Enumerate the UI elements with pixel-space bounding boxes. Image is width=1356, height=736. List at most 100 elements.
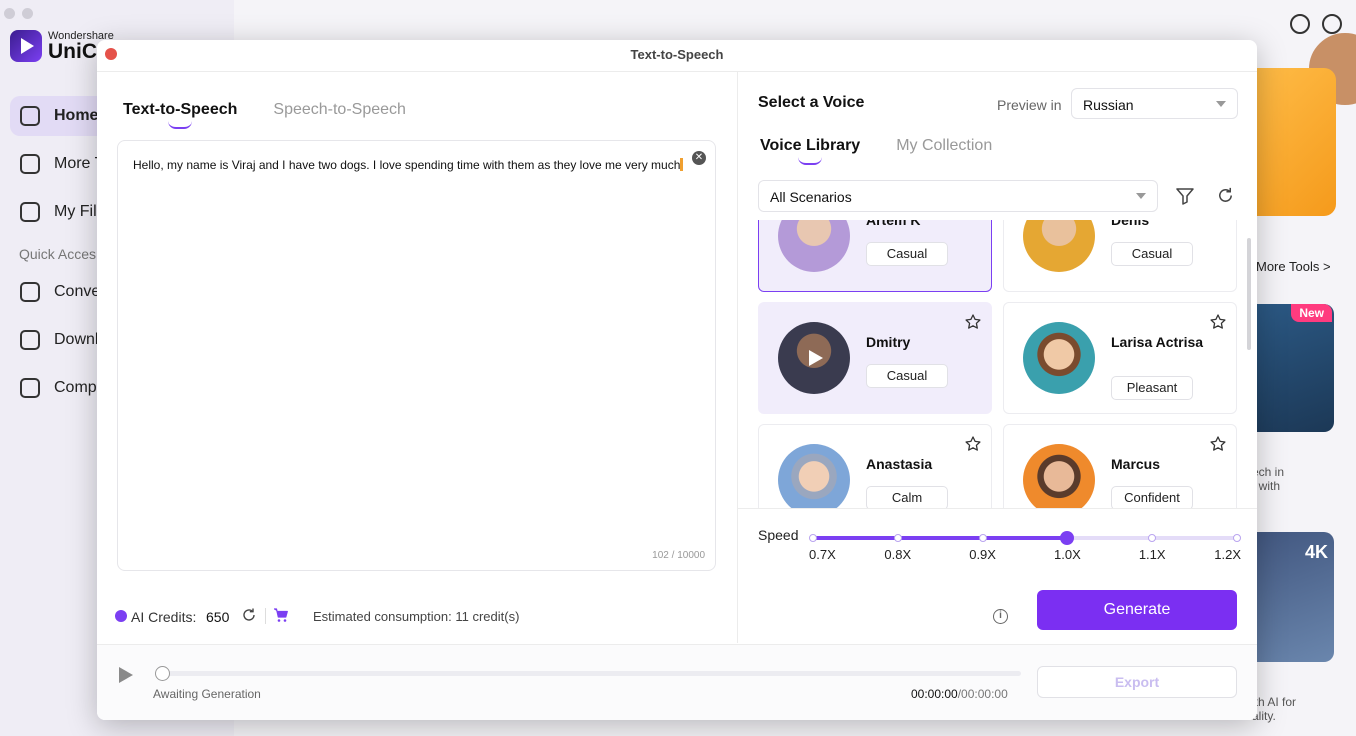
divider — [265, 608, 266, 624]
play-icon[interactable] — [119, 667, 133, 683]
language-value: Russian — [1083, 97, 1134, 113]
more-tools-link[interactable]: More Tools > — [1256, 259, 1331, 274]
player-row: Awaiting Generation 00:00:00/00:00:00 Ex… — [97, 644, 1257, 720]
avatar — [1023, 444, 1095, 508]
speed-option-label[interactable]: 0.7X — [809, 547, 836, 562]
headset-icon[interactable] — [1322, 14, 1342, 34]
chevron-down-icon — [1136, 193, 1146, 199]
4k-label: 4K — [1304, 542, 1328, 562]
tab-label: Text-to-Speech — [123, 101, 238, 118]
voice-name: Marcus — [1111, 456, 1161, 472]
speed-labels: 0.7X 0.8X 0.9X 1.0X 1.1X 1.2X — [738, 547, 1257, 565]
voice-style-tag: Casual — [866, 242, 948, 266]
preview-in-label: Preview in — [997, 97, 1062, 113]
window-minimize-dot[interactable] — [22, 8, 33, 19]
speed-tick[interactable] — [1148, 534, 1157, 542]
speed-option-label[interactable]: 0.9X — [969, 547, 996, 562]
playback-progress-handle[interactable] — [155, 666, 170, 681]
star-icon[interactable] — [964, 313, 982, 331]
text-cursor — [680, 158, 684, 171]
active-tab-indicator — [798, 157, 823, 165]
convert-icon — [20, 282, 40, 302]
voice-card-artem-k[interactable]: Artem K Casual — [758, 220, 992, 292]
playback-progress[interactable] — [155, 671, 1021, 676]
voice-style-tag: Confident — [1111, 486, 1193, 508]
avatar — [778, 220, 850, 272]
star-icon[interactable] — [1209, 313, 1227, 331]
play-icon[interactable] — [809, 350, 823, 366]
playback-time: 00:00:00/00:00:00 — [911, 687, 1008, 701]
estimated-consumption: Estimated consumption: 11 credit(s) — [313, 609, 520, 624]
tab-label: Voice Library — [760, 137, 861, 154]
voice-name: Larisa Actrisa — [1111, 334, 1204, 350]
speed-option-label[interactable]: 0.8X — [884, 547, 911, 562]
speed-tick[interactable] — [1233, 534, 1241, 542]
uniconverter-logo-icon — [10, 30, 42, 62]
dialog-titlebar: Text-to-Speech — [97, 40, 1257, 72]
voice-card-anastasia[interactable]: Anastasia Calm — [758, 424, 992, 508]
sidebar-item-label: Downl — [54, 331, 99, 348]
quick-access-label: Quick Acces — [19, 246, 97, 262]
speed-label: Speed — [758, 527, 799, 543]
refresh-icon[interactable] — [1216, 186, 1235, 205]
voice-name: Dmitry — [866, 334, 911, 350]
speed-tick[interactable] — [893, 534, 902, 542]
ai-credits-icon — [115, 610, 127, 622]
char-count: 102 / 10000 — [652, 550, 705, 561]
filter-icon[interactable] — [1176, 187, 1194, 205]
window-close-dot[interactable] — [4, 8, 15, 19]
voice-card-dmitry[interactable]: Dmitry Casual — [758, 302, 992, 414]
text-to-speech-dialog: Text-to-Speech Text-to-Speech Speech-to-… — [97, 40, 1257, 720]
tts-text[interactable]: Hello, my name is Viraj and I have two d… — [133, 157, 693, 173]
scenario-select[interactable]: All Scenarios — [758, 180, 1158, 212]
text-input-area[interactable]: Hello, my name is Viraj and I have two d… — [117, 140, 716, 571]
speed-tick[interactable] — [978, 534, 987, 542]
info-icon[interactable]: i — [993, 609, 1008, 624]
speed-slider-fill — [813, 536, 1068, 540]
active-tab-indicator — [168, 121, 193, 129]
tab-label: My Collection — [896, 137, 993, 154]
credits-row: AI Credits: 650 Estimated consumption: 1… — [97, 588, 1257, 644]
avatar — [1023, 322, 1095, 394]
tab-my-collection[interactable]: My Collection — [896, 137, 992, 155]
scenario-value: All Scenarios — [770, 189, 852, 205]
star-icon[interactable] — [964, 435, 982, 453]
chevron-down-icon — [1216, 101, 1226, 107]
speed-tick[interactable] — [809, 534, 817, 542]
voice-style-tag: Casual — [1111, 242, 1193, 266]
ai-credits-label: AI Credits: — [131, 609, 197, 625]
voice-card-marcus[interactable]: Marcus Confident — [1003, 424, 1237, 508]
tab-voice-library[interactable]: Voice Library — [760, 137, 861, 165]
speed-option-label[interactable]: 1.2X — [1214, 547, 1241, 562]
sidebar-item-label: Conve — [54, 283, 101, 300]
cart-icon[interactable] — [273, 607, 289, 623]
voice-style-tag: Calm — [866, 486, 948, 508]
sidebar-item-label: Home — [54, 107, 99, 124]
voice-panel: Select a Voice Preview in Russian Voice … — [737, 72, 1257, 643]
star-icon[interactable] — [1209, 435, 1227, 453]
sidebar-item-label: Comp — [54, 379, 97, 396]
speed-option-label[interactable]: 1.1X — [1139, 547, 1166, 562]
tab-speech-to-speech[interactable]: Speech-to-Speech — [273, 101, 406, 119]
compress-icon — [20, 378, 40, 398]
dialog-title: Text-to-Speech — [630, 47, 724, 62]
voice-name: Artem K — [866, 220, 921, 228]
export-button[interactable]: Export — [1037, 666, 1237, 698]
clear-text-icon[interactable]: ✕ — [692, 151, 706, 165]
voice-card-denis[interactable]: Denis Casual — [1003, 220, 1237, 292]
message-icon[interactable] — [1290, 14, 1310, 34]
avatar — [778, 322, 850, 394]
tab-text-to-speech[interactable]: Text-to-Speech — [123, 101, 238, 129]
speed-option-label[interactable]: 1.0X — [1054, 547, 1081, 562]
voice-card-larisa-actrisa[interactable]: Larisa Actrisa Pleasant — [1003, 302, 1237, 414]
select-voice-heading: Select a Voice — [758, 94, 865, 111]
speed-slider-handle[interactable] — [1060, 531, 1075, 545]
sidebar-item-label: My Fil — [54, 203, 97, 220]
generate-button[interactable]: Generate — [1037, 590, 1237, 630]
refresh-credits-icon[interactable] — [241, 607, 257, 623]
ai-credits-value: 650 — [206, 609, 230, 625]
top-right-icons — [1290, 14, 1356, 105]
language-select[interactable]: Russian — [1071, 88, 1238, 119]
speed-slider[interactable] — [809, 531, 1241, 545]
voice-list-scrollbar[interactable] — [1247, 238, 1251, 350]
